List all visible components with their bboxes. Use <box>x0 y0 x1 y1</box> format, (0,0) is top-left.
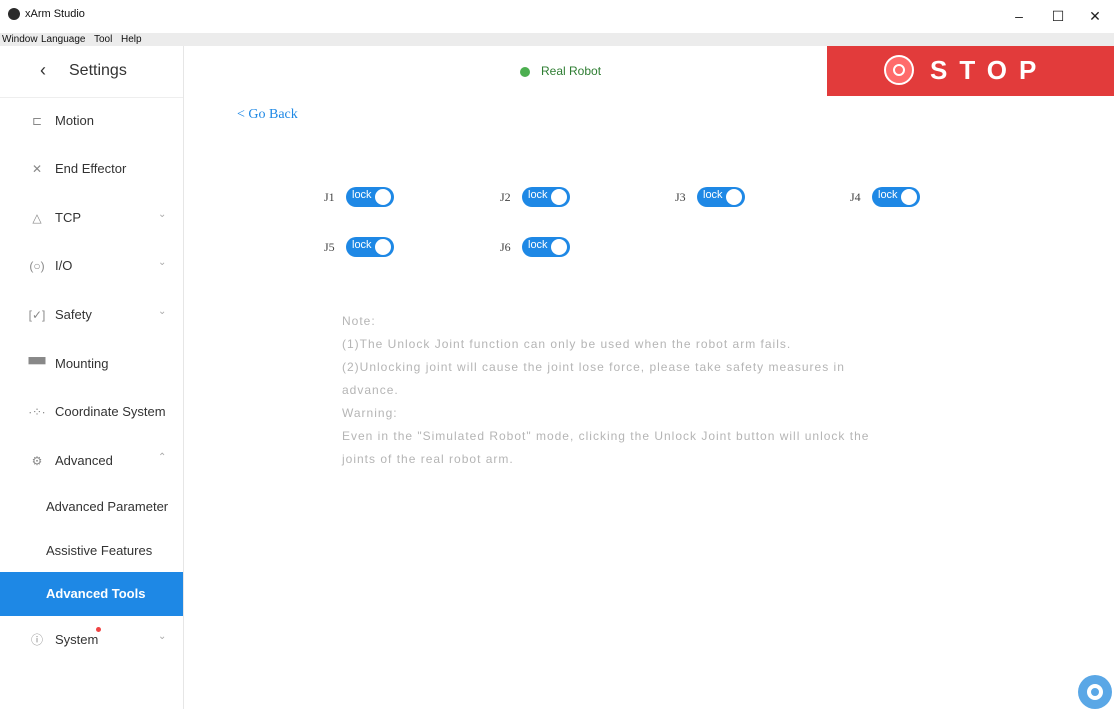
sidebar-item-coordinate-system[interactable]: ∙⁘∙ Coordinate System <box>0 390 183 434</box>
title-bar: xArm Studio – ☐ ✕ <box>0 0 1114 33</box>
motion-icon: ⊏ <box>31 114 43 128</box>
joint-label: J2 <box>500 190 511 204</box>
toggle-knob <box>375 239 391 255</box>
sidebar-subitem-label: Assistive Features <box>46 543 153 558</box>
menu-bar: Window Language Tool Help <box>0 33 1114 46</box>
sidebar-title: Settings <box>69 62 127 79</box>
warning-line: joints of the real robot arm. <box>342 452 514 466</box>
toggle-label: lock <box>352 239 372 251</box>
power-icon <box>884 55 914 85</box>
sidebar-header: ‹ Settings <box>0 46 183 98</box>
joint-lock-toggle[interactable]: lock <box>346 237 394 257</box>
toggle-label: lock <box>878 189 898 201</box>
joint-label: J5 <box>324 240 335 254</box>
sidebar-item-label: Safety <box>55 307 92 322</box>
joint-lock-toggle[interactable]: lock <box>872 187 920 207</box>
advanced-icon: ⚙ <box>31 454 43 468</box>
tcp-icon: △ <box>32 211 42 225</box>
sidebar-item-mounting[interactable]: ▀▀ Mounting <box>0 342 183 386</box>
chevron-down-icon: ⌄ <box>158 257 167 268</box>
chevron-up-icon: ⌃ <box>158 452 167 463</box>
toggle-label: lock <box>528 239 548 251</box>
note-line: advance. <box>342 383 399 397</box>
app-title: xArm Studio <box>25 8 85 20</box>
sidebar-item-tcp[interactable]: △ TCP ⌄ <box>0 196 183 240</box>
sidebar-item-label: System <box>55 632 99 647</box>
io-icon: (○) <box>29 259 45 273</box>
coordinate-icon: ∙⁘∙ <box>28 405 46 419</box>
go-back-link[interactable]: < Go Back <box>237 107 298 123</box>
joint-label: J3 <box>675 190 686 204</box>
chevron-down-icon: ⌄ <box>158 306 167 317</box>
joint-lock-toggle[interactable]: lock <box>522 237 570 257</box>
minimize-button[interactable]: – <box>1004 4 1034 28</box>
sidebar-item-label: Mounting <box>55 356 109 371</box>
toggle-knob <box>375 189 391 205</box>
joint-label: J1 <box>324 190 335 204</box>
chevron-down-icon: ⌄ <box>158 209 167 220</box>
toggle-label: lock <box>528 189 548 201</box>
stop-button[interactable]: STOP <box>827 46 1114 96</box>
notification-dot <box>96 627 101 632</box>
sidebar-item-label: Advanced <box>55 453 113 468</box>
end-effector-icon: ✕ <box>31 162 43 176</box>
sidebar: ‹ Settings ⊏ Motion ✕ End Effector △ TCP… <box>0 46 184 709</box>
back-chevron-icon[interactable]: ‹ <box>40 60 46 81</box>
sidebar-subitem-advanced-parameter[interactable]: Advanced Parameter <box>0 485 183 529</box>
sidebar-item-system[interactable]: ⓘ System ⌄ <box>0 618 183 662</box>
note-line: (2)Unlocking joint will cause the joint … <box>342 360 845 374</box>
sidebar-subitem-assistive-features[interactable]: Assistive Features <box>0 529 183 573</box>
toggle-knob <box>551 189 567 205</box>
toggle-knob <box>551 239 567 255</box>
sidebar-subitem-label: Advanced Tools <box>46 586 146 601</box>
joint-label: J4 <box>850 190 861 204</box>
sidebar-subitem-label: Advanced Parameter <box>46 499 169 514</box>
joint-lock-toggle[interactable]: lock <box>346 187 394 207</box>
sidebar-item-label: End Effector <box>55 161 127 176</box>
maximize-button[interactable]: ☐ <box>1043 4 1073 28</box>
status-check-icon <box>520 67 530 77</box>
warning-heading: Warning: <box>342 406 398 420</box>
note-block: Note: (1)The Unlock Joint function can o… <box>342 310 962 471</box>
gear-icon <box>1087 684 1103 700</box>
sidebar-item-label: Coordinate System <box>55 404 166 419</box>
toggle-knob <box>901 189 917 205</box>
sidebar-item-motion[interactable]: ⊏ Motion <box>0 99 183 143</box>
info-icon: ⓘ <box>30 633 43 647</box>
sidebar-subitem-advanced-tools[interactable]: Advanced Tools <box>0 572 183 616</box>
toggle-label: lock <box>703 189 723 201</box>
sidebar-item-safety[interactable]: [✓] Safety ⌄ <box>0 293 183 337</box>
note-heading: Note: <box>342 314 376 328</box>
joint-lock-toggle[interactable]: lock <box>522 187 570 207</box>
joint-label: J6 <box>500 240 511 254</box>
toggle-label: lock <box>352 189 372 201</box>
menu-language[interactable]: Language <box>41 33 86 46</box>
sidebar-item-io[interactable]: (○) I/O ⌄ <box>0 244 183 288</box>
sidebar-item-end-effector[interactable]: ✕ End Effector <box>0 147 183 191</box>
chevron-down-icon: ⌄ <box>158 631 167 642</box>
stop-label: STOP <box>930 55 1049 85</box>
menu-help[interactable]: Help <box>121 33 142 46</box>
robot-status-label: Real Robot <box>541 64 602 78</box>
sidebar-item-label: Motion <box>55 113 95 128</box>
app-logo-icon <box>8 8 20 20</box>
sidebar-item-label: I/O <box>55 258 73 273</box>
settings-gear-button[interactable] <box>1078 675 1112 709</box>
sidebar-item-advanced[interactable]: ⚙ Advanced ⌃ <box>0 439 183 483</box>
joint-lock-toggle[interactable]: lock <box>697 187 745 207</box>
safety-icon: [✓] <box>28 308 46 322</box>
mounting-icon: ▀▀ <box>28 357 46 371</box>
toggle-knob <box>726 189 742 205</box>
warning-line: Even in the "Simulated Robot" mode, clic… <box>342 429 870 443</box>
note-line: (1)The Unlock Joint function can only be… <box>342 337 792 351</box>
close-button[interactable]: ✕ <box>1080 4 1110 28</box>
menu-window[interactable]: Window <box>2 33 38 46</box>
menu-tool[interactable]: Tool <box>94 33 112 46</box>
sidebar-item-label: TCP <box>55 210 81 225</box>
